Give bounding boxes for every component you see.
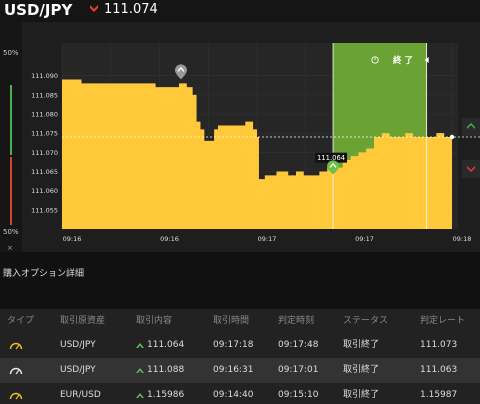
cell-rate: 111.064 (147, 340, 185, 350)
header-bar: USD/JPY 111.074 (0, 0, 480, 22)
table-header: タイプ 取引原資産 取引内容 取引時間 判定時刻 ステータス 判定レート (0, 309, 480, 333)
options-table: タイプ 取引原資産 取引内容 取引時間 判定時刻 ステータス 判定レート USD… (0, 309, 480, 404)
col-header-judge-rate: 判定レート (420, 316, 466, 326)
col-header-content: 取引内容 (136, 316, 173, 326)
x-tick-label: 09:18 (453, 235, 472, 243)
cell-status: 取引終了 (343, 340, 380, 350)
gauge-icon (9, 392, 23, 400)
y-tick-label: 111.075 (31, 130, 58, 138)
x-tick-label: 09:16 (160, 235, 179, 243)
x-tick-label: 09:17 (355, 235, 374, 243)
table-row[interactable]: USD/JPY 111.088 09:16:31 09:17:01 取引終了 1… (0, 358, 480, 383)
y-tick-label: 111.090 (31, 72, 58, 80)
asset-pair-title[interactable]: USD/JPY (4, 0, 72, 20)
x-axis: 09:16 09:16 09:17 09:17 09:18 (63, 235, 472, 243)
up-arrow-icon (467, 123, 475, 129)
table-row[interactable]: EUR/USD 1.15986 09:14:40 09:15:10 取引終了 1… (0, 383, 480, 404)
down-arrow-icon (90, 5, 98, 12)
y-tick-label: 111.055 (31, 206, 58, 214)
cell-status: 取引終了 (343, 390, 380, 400)
cell-rate: 1.15986 (147, 390, 185, 400)
cell-judge-time: 09:15:10 (278, 390, 319, 400)
current-price-dot (449, 134, 455, 140)
gauge-icon (9, 367, 23, 375)
cell-asset: EUR/USD (60, 390, 101, 400)
y-tick-label: 111.085 (31, 91, 58, 99)
x-tick-label: 09:16 (63, 235, 82, 243)
col-header-status: ステータス (343, 316, 389, 326)
down-arrow-icon (467, 166, 475, 172)
cell-rate: 111.088 (147, 365, 185, 375)
cell-judge-rate: 111.073 (420, 340, 458, 350)
col-header-asset: 取引原資産 (60, 316, 106, 326)
cell-status: 取引終了 (343, 365, 380, 375)
cell-asset: USD/JPY (60, 340, 96, 350)
gauge-icon (9, 342, 23, 350)
cell-judge-time: 09:17:01 (278, 365, 319, 375)
price-chart[interactable]: 111.085 111.080 111.075 111.070 111.065 111.0… (0, 22, 480, 252)
y-tick-label: 111.065 (31, 168, 58, 176)
call-up-button[interactable] (462, 118, 480, 136)
col-header-judge-time: 判定時刻 (278, 316, 315, 326)
put-down-button[interactable] (462, 160, 480, 178)
cell-trade-time: 09:17:18 (213, 340, 254, 350)
table-row[interactable]: USD/JPY 111.064 09:17:18 09:17:48 取引終了 1… (0, 333, 480, 358)
cell-trade-time: 09:16:31 (213, 365, 254, 375)
col-header-trade-time: 取引時間 (213, 316, 250, 326)
col-header-type: タイプ (7, 316, 35, 326)
cell-judge-time: 09:17:48 (278, 340, 319, 350)
expiry-label: 終 了 (393, 55, 413, 66)
cell-trade-time: 09:14:40 (213, 390, 254, 400)
section-title: 購入オプション詳細 (3, 269, 85, 279)
current-price: 111.074 (104, 2, 158, 17)
y-tick-label: 111.060 (31, 187, 58, 195)
x-tick-label: 09:17 (258, 235, 277, 243)
cell-asset: USD/JPY (60, 365, 96, 375)
cell-judge-rate: 1.15987 (420, 390, 458, 400)
y-axis: 111.085 111.080 111.075 111.070 111.065 111.0… (31, 72, 58, 214)
y-tick-label: 111.070 (31, 149, 58, 157)
cell-judge-rate: 111.063 (420, 365, 458, 375)
y-tick-label: 111.080 (31, 111, 58, 119)
